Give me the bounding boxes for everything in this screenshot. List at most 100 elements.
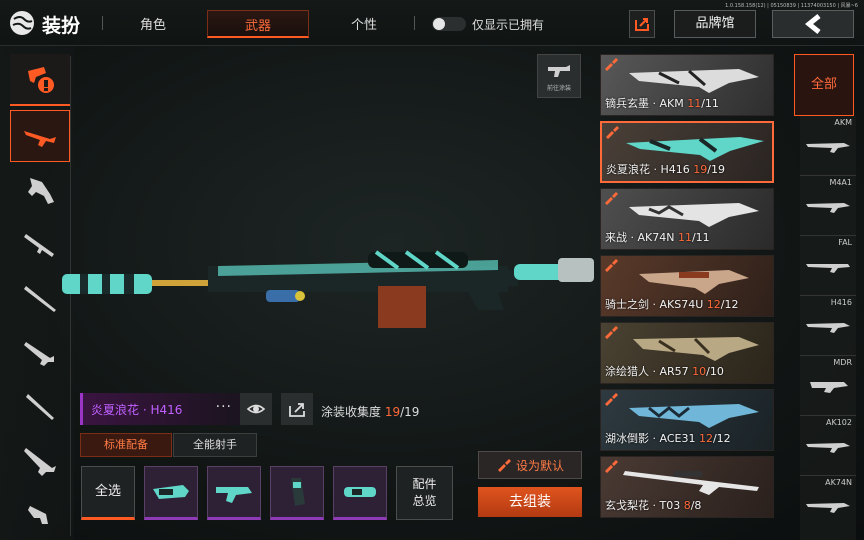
brush-icon xyxy=(497,459,511,472)
skin-card[interactable]: 来战 · AK74N 11/11 xyxy=(600,188,774,250)
ak74n-icon xyxy=(806,503,850,513)
ak102-icon xyxy=(806,443,850,453)
skin-thumbnail xyxy=(623,471,759,495)
filter-all-button[interactable]: 全部 xyxy=(794,54,854,116)
tab-weapons[interactable]: 武器 xyxy=(207,10,309,38)
gun-name: FAL xyxy=(838,238,852,247)
skin-list: 镝兵玄墨 · AKM 11/11 炎夏浪花 · H416 19/19 来战 · … xyxy=(600,54,774,540)
mdr-icon xyxy=(810,382,848,393)
skin-card[interactable]: 玄戈梨花 · T03 8/8 xyxy=(600,456,774,518)
top-bar: 装扮 角色 武器 个性 仅显示已拥有 品牌馆 1.0.158.158(12) |… xyxy=(0,0,864,46)
skin-card-selected[interactable]: 炎夏浪花 · H416 19/19 xyxy=(600,121,774,183)
more-options-button[interactable]: ··· xyxy=(216,399,232,415)
scope-attachment-icon xyxy=(344,487,376,497)
nav-marksman[interactable] xyxy=(10,380,70,432)
attachment-slot[interactable] xyxy=(207,466,261,520)
attachment-overview-button[interactable]: 配件 总览 xyxy=(396,466,453,520)
tab-personality[interactable]: 个性 xyxy=(341,14,387,33)
nav-smg[interactable] xyxy=(10,164,70,216)
skin-thumbnail xyxy=(629,203,759,227)
owned-only-toggle[interactable] xyxy=(432,17,466,31)
preview-button[interactable] xyxy=(240,393,272,425)
collection-have: 19 xyxy=(384,405,401,419)
skin-label: 镝兵玄墨 · AKM 11/11 xyxy=(605,97,719,110)
filter-icon xyxy=(28,67,54,93)
brush-tag-icon xyxy=(605,259,618,272)
skin-card[interactable]: 涂绘猎人 · AR57 10/10 xyxy=(600,322,774,384)
skin-label: 骑士之剑 · AKS74U 12/12 xyxy=(605,298,739,311)
sniper-icon xyxy=(24,234,54,257)
skin-label: 来战 · AK74N 11/11 xyxy=(605,231,710,244)
gun-filter-akm[interactable]: AKM xyxy=(800,116,856,176)
paint-gun-icon xyxy=(548,65,570,77)
brush-tag-icon xyxy=(605,460,618,473)
gun-filter-m4a1[interactable]: M4A1 xyxy=(800,176,856,236)
share-skin-button[interactable] xyxy=(281,393,313,425)
goto-paint-button[interactable]: 前往涂装 xyxy=(537,54,581,98)
shotgun-icon xyxy=(24,286,56,312)
rifle-icon xyxy=(24,131,56,147)
brush-tag-icon xyxy=(605,58,618,71)
gun-filter-ak102[interactable]: AK102 xyxy=(800,416,856,476)
set-default-button[interactable]: 设为默认 xyxy=(478,451,582,479)
brush-tag-icon xyxy=(605,393,618,406)
toggle-knob xyxy=(433,18,445,30)
version-text: 1.0.158.158(12) | 05150839 | 11374003150… xyxy=(725,3,858,9)
skin-label: 炎夏浪花 · H416 19/19 xyxy=(606,163,725,176)
skin-card[interactable]: 湖冰倒影 · ACE31 12/12 xyxy=(600,389,774,451)
pistol-icon xyxy=(28,506,48,524)
gun-filter-fal[interactable]: FAL xyxy=(800,236,856,296)
gun-name: H416 xyxy=(830,298,852,307)
skin-label: 玄戈梨花 · T03 8/8 xyxy=(605,499,702,512)
attachment-slot[interactable] xyxy=(270,466,324,520)
nav-pistol[interactable] xyxy=(10,488,70,540)
h416-icon xyxy=(806,323,850,333)
attachment-slot[interactable] xyxy=(144,466,198,520)
marksman-icon xyxy=(26,394,54,420)
collection-label: 涂装收集度 xyxy=(321,405,382,419)
skin-card[interactable]: 镝兵玄墨 · AKM 11/11 xyxy=(600,54,774,116)
goto-paint-label: 前往涂装 xyxy=(546,85,571,92)
skin-thumbnail xyxy=(629,69,759,93)
share-button[interactable] xyxy=(629,10,655,38)
skin-card[interactable]: 骑士之剑 · AKS74U 12/12 xyxy=(600,255,774,317)
gun-name: MDR xyxy=(833,358,852,367)
page-title: 装扮 xyxy=(42,15,81,37)
gun-name: M4A1 xyxy=(829,178,852,187)
gun-name: AK102 xyxy=(826,418,852,427)
tab-allround-shooter[interactable]: 全能射手 xyxy=(173,433,257,457)
gun-filter-h416[interactable]: H416 xyxy=(800,296,856,356)
tab-character[interactable]: 角色 xyxy=(130,14,176,33)
tab-standard-loadout[interactable]: 标准配备 xyxy=(80,433,172,457)
set-default-label: 设为默认 xyxy=(515,458,564,473)
nav-lmg[interactable] xyxy=(10,434,70,486)
divider xyxy=(414,16,415,30)
skin-label: 涂绘猎人 · AR57 10/10 xyxy=(605,365,724,378)
attachment-slot[interactable] xyxy=(333,466,387,520)
brand-hall-button[interactable]: 品牌馆 xyxy=(674,10,756,38)
akm-icon xyxy=(806,143,850,153)
skin-thumbnail xyxy=(629,404,759,428)
assemble-button[interactable]: 去组装 xyxy=(478,487,582,517)
skin-label: 湖冰倒影 · ACE31 12/12 xyxy=(605,432,731,445)
grip-attachment-icon xyxy=(216,487,252,503)
gun-name: AK74N xyxy=(825,478,852,487)
back-button[interactable] xyxy=(772,10,854,38)
stock-attachment-icon xyxy=(153,485,189,499)
select-all-button[interactable]: 全选 xyxy=(81,466,135,520)
overview-line2: 总览 xyxy=(412,494,437,508)
gun-filter-mdr[interactable]: MDR xyxy=(800,356,856,416)
collection-progress: 涂装收集度 19/19 xyxy=(321,403,419,420)
ar-icon xyxy=(24,342,54,366)
gun-filter-ak74n[interactable]: AK74N xyxy=(800,476,856,536)
brush-tag-icon xyxy=(606,126,619,139)
eye-icon xyxy=(246,404,266,414)
weapon-preview[interactable] xyxy=(58,238,598,348)
nav-filter[interactable] xyxy=(10,54,70,106)
nav-rifle[interactable] xyxy=(10,110,70,162)
brush-tag-icon xyxy=(605,326,618,339)
back-arrow-icon xyxy=(804,14,821,34)
skin-thumbnail xyxy=(639,270,749,294)
skin-name: 炎夏浪花 · H416 xyxy=(91,403,183,417)
overview-line1: 配件 xyxy=(412,477,437,491)
